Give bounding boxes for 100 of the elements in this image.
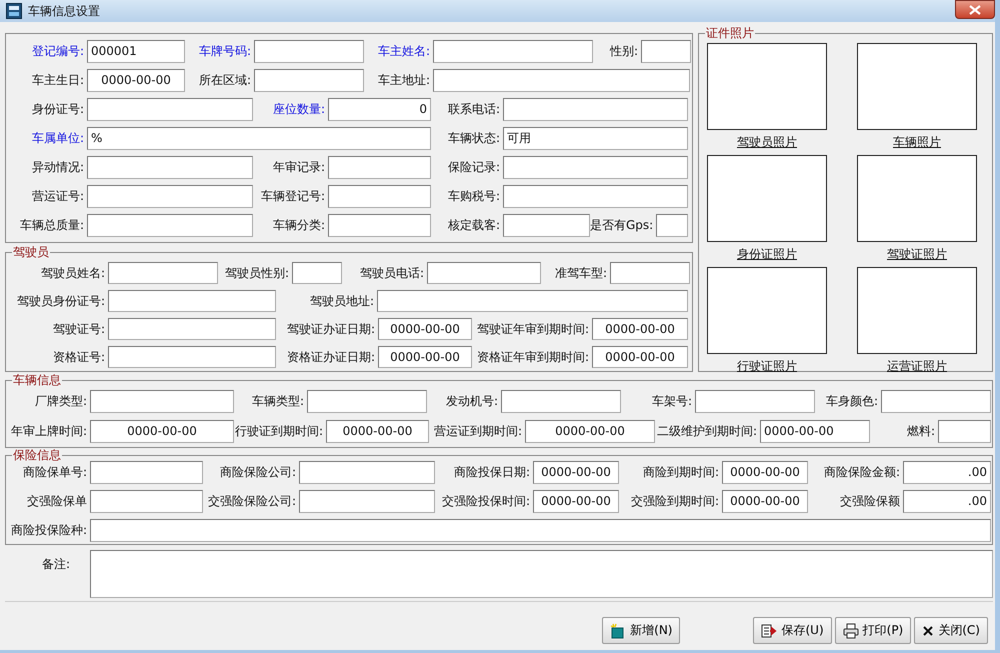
input-field[interactable]: % bbox=[87, 127, 431, 150]
field-label: 交强险保额 bbox=[839, 493, 901, 510]
photo-caption-link[interactable]: 驾驶证照片 bbox=[887, 247, 947, 262]
input-field[interactable]: 0000-00-00 bbox=[533, 461, 619, 484]
field-label: 座位数量: bbox=[272, 101, 326, 118]
photo-caption-link[interactable]: 驾驶员照片 bbox=[737, 135, 797, 150]
photo-frame[interactable] bbox=[857, 267, 977, 354]
save-button[interactable]: 保存(U) bbox=[753, 617, 832, 644]
field-label: 所在区域: bbox=[198, 72, 252, 89]
field-label: 行驶证到期时间: bbox=[234, 423, 324, 440]
input-field[interactable] bbox=[328, 185, 431, 208]
input-field[interactable] bbox=[641, 40, 691, 63]
input-field[interactable] bbox=[307, 390, 427, 413]
input-field[interactable]: 0 bbox=[328, 98, 431, 121]
input-field[interactable] bbox=[695, 390, 815, 413]
input-field[interactable]: .00 bbox=[903, 490, 991, 513]
input-field[interactable] bbox=[938, 420, 991, 443]
input-field[interactable]: 0000-00-00 bbox=[592, 318, 688, 340]
printer-icon bbox=[842, 622, 859, 638]
input-field[interactable] bbox=[433, 69, 690, 92]
input-field[interactable] bbox=[299, 490, 435, 513]
input-field[interactable]: .00 bbox=[903, 461, 991, 484]
input-field[interactable] bbox=[503, 185, 688, 208]
input-field[interactable] bbox=[299, 461, 435, 484]
input-field[interactable]: 0000-00-00 bbox=[90, 420, 234, 443]
photo-frame[interactable] bbox=[857, 155, 977, 242]
field-label: 驾驶员姓名: bbox=[40, 264, 106, 282]
field-label: 车属单位: bbox=[30, 130, 85, 147]
photo-frame[interactable] bbox=[707, 155, 827, 242]
field-label: 车主生日: bbox=[30, 72, 85, 89]
input-field[interactable] bbox=[377, 290, 688, 312]
input-field[interactable] bbox=[427, 262, 541, 284]
print-button[interactable]: 打印(P) bbox=[834, 617, 912, 644]
input-field[interactable]: 0000-00-00 bbox=[533, 490, 619, 513]
input-field[interactable]: 0000-00-00 bbox=[722, 490, 808, 513]
input-field[interactable]: 可用 bbox=[503, 127, 688, 150]
input-field[interactable] bbox=[328, 156, 431, 179]
field-label: 驾驶员地址: bbox=[308, 292, 375, 310]
input-field[interactable] bbox=[90, 519, 991, 542]
input-field[interactable]: 0000-00-00 bbox=[722, 461, 808, 484]
window-title: 车辆信息设置 bbox=[28, 2, 100, 20]
field-label: 营运证到期时间: bbox=[432, 423, 523, 440]
photo-caption-link[interactable]: 身份证照片 bbox=[737, 247, 797, 262]
input-field[interactable]: 0000-00-00 bbox=[378, 318, 472, 340]
input-field[interactable]: 0000-00-00 bbox=[525, 420, 655, 443]
field-label: 交强险保险公司: bbox=[206, 493, 297, 510]
field-label: 车辆登记号: bbox=[260, 188, 326, 205]
remarks-field[interactable] bbox=[90, 550, 993, 598]
input-field[interactable]: 0000-00-00 bbox=[592, 346, 688, 368]
input-field[interactable] bbox=[108, 318, 276, 340]
input-field[interactable] bbox=[433, 40, 593, 63]
input-field[interactable] bbox=[108, 346, 276, 368]
close-button[interactable] bbox=[955, 0, 995, 19]
close-icon bbox=[969, 4, 981, 14]
input-field[interactable] bbox=[254, 69, 364, 92]
input-field[interactable] bbox=[87, 185, 253, 208]
field-label: 车辆状态: bbox=[446, 130, 501, 147]
input-field[interactable] bbox=[292, 262, 342, 284]
field-label: 驾驶员电话: bbox=[358, 264, 425, 282]
photo-frame[interactable] bbox=[707, 43, 827, 130]
input-field[interactable]: 0000-00-00 bbox=[87, 69, 185, 92]
input-field[interactable]: 0000-00-00 bbox=[326, 420, 429, 443]
input-field[interactable] bbox=[87, 156, 253, 179]
photo-caption-link[interactable]: 行驶证照片 bbox=[737, 359, 797, 374]
input-field[interactable] bbox=[503, 156, 688, 179]
input-field[interactable] bbox=[503, 214, 590, 237]
field-label: 联系电话: bbox=[446, 101, 501, 118]
field-label: 厂牌类型: bbox=[34, 393, 88, 410]
input-field[interactable] bbox=[87, 98, 253, 121]
field-label: 车主地址: bbox=[376, 72, 431, 89]
field-label: 车牌号码: bbox=[198, 43, 252, 60]
input-field[interactable] bbox=[90, 490, 203, 513]
input-field[interactable]: 000001 bbox=[87, 40, 185, 63]
input-field[interactable] bbox=[501, 390, 621, 413]
input-field[interactable] bbox=[328, 214, 431, 237]
close-icon bbox=[922, 624, 934, 636]
new-file-icon bbox=[610, 622, 626, 638]
input-field[interactable] bbox=[881, 390, 991, 413]
input-field[interactable] bbox=[90, 390, 234, 413]
input-field[interactable] bbox=[108, 262, 218, 284]
field-label: 商险到期时间: bbox=[642, 464, 720, 481]
input-field[interactable] bbox=[656, 214, 688, 237]
input-field[interactable] bbox=[90, 461, 203, 484]
photo-frame[interactable] bbox=[857, 43, 977, 130]
field-label: 发动机号: bbox=[444, 393, 499, 410]
new-button[interactable]: 新增(N) bbox=[602, 617, 680, 644]
photo-caption-link[interactable]: 运营证照片 bbox=[887, 359, 947, 374]
input-field[interactable]: 0000-00-00 bbox=[760, 420, 870, 443]
close-button[interactable]: 关闭(C) bbox=[914, 617, 988, 644]
photo-frame[interactable] bbox=[707, 267, 827, 354]
input-field[interactable] bbox=[87, 214, 253, 237]
input-field[interactable] bbox=[503, 98, 688, 121]
photo-caption-link[interactable]: 车辆照片 bbox=[893, 135, 941, 150]
field-label: 商险保单号: bbox=[22, 464, 88, 481]
input-field[interactable] bbox=[108, 290, 276, 312]
field-label: 商险投保险种: bbox=[10, 522, 88, 539]
input-field[interactable]: 0000-00-00 bbox=[378, 346, 472, 368]
field-label: 身份证号: bbox=[30, 101, 85, 118]
input-field[interactable] bbox=[610, 262, 690, 284]
input-field[interactable] bbox=[254, 40, 364, 63]
